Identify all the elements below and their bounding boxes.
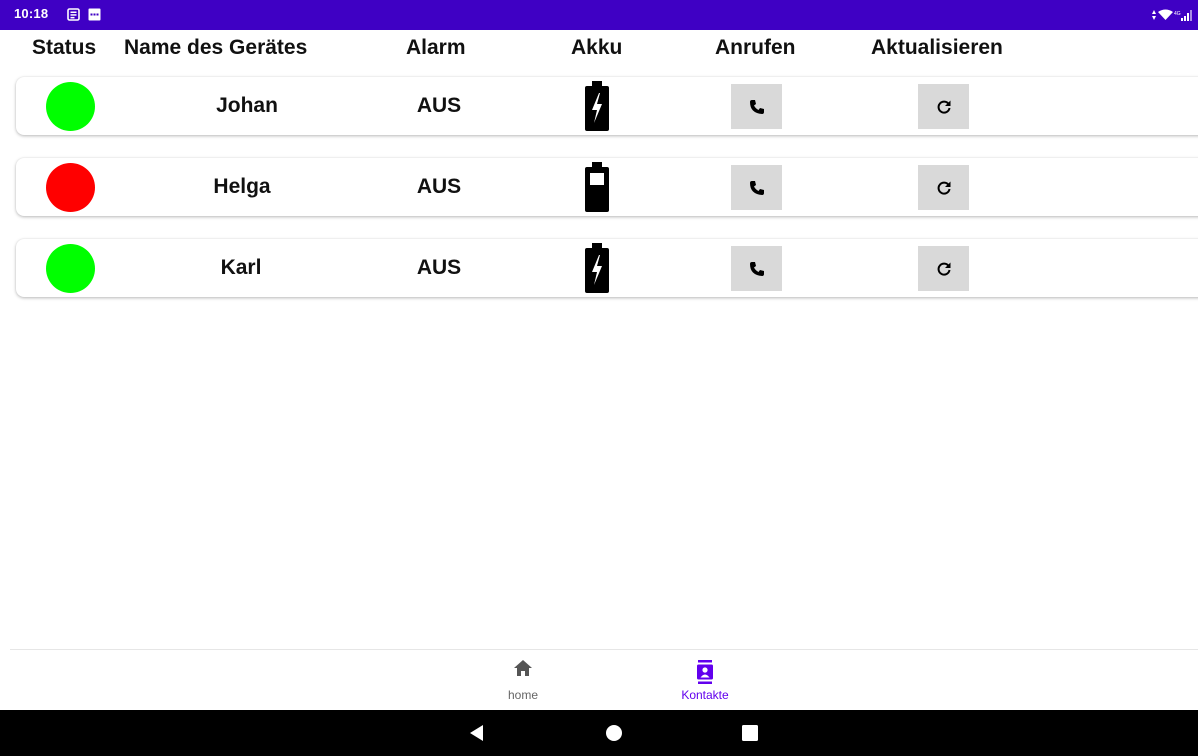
recents-icon[interactable]	[741, 724, 759, 742]
refresh-icon	[937, 181, 950, 195]
phone-icon	[749, 99, 764, 114]
alarm-value: AUS	[416, 256, 462, 279]
call-button[interactable]	[731, 84, 782, 129]
nav-item-kontakte[interactable]: Kontakte	[650, 650, 760, 710]
notification-news-icon	[67, 8, 80, 21]
header-akku: Akku	[571, 36, 623, 59]
battery-charging-icon	[585, 81, 609, 131]
call-button[interactable]	[731, 165, 782, 210]
refresh-icon	[937, 262, 950, 276]
device-name: Johan	[216, 94, 278, 117]
system-navigation-bar	[0, 710, 1198, 756]
notification-app-icon	[88, 8, 101, 21]
status-indicator	[46, 163, 95, 212]
battery-low-icon	[585, 162, 609, 212]
nav-label-kontakte: Kontakte	[681, 688, 729, 702]
status-indicator	[46, 244, 95, 293]
device-row: Helga AUS	[16, 158, 1198, 216]
table-header: Status Name des Gerätes Alarm Akku Anruf…	[0, 30, 1198, 74]
header-anrufen: Anrufen	[715, 36, 796, 59]
nav-item-home[interactable]: home	[468, 650, 578, 710]
phone-icon	[749, 180, 764, 195]
header-status: Status	[32, 36, 97, 59]
refresh-button[interactable]	[918, 246, 969, 291]
call-button[interactable]	[731, 246, 782, 291]
refresh-button[interactable]	[918, 84, 969, 129]
device-name: Helga	[213, 175, 271, 198]
alarm-value: AUS	[416, 94, 462, 117]
contacts-icon	[697, 660, 713, 684]
device-name: Karl	[220, 256, 262, 279]
bottom-navigation: home Kontakte	[10, 649, 1198, 711]
system-status-icons: 4G	[1152, 9, 1192, 21]
status-indicator	[46, 82, 95, 131]
cell-signal-icon	[1181, 10, 1192, 21]
home-circle-icon[interactable]	[605, 724, 623, 742]
back-icon[interactable]	[469, 724, 485, 742]
battery-charging-icon	[585, 243, 609, 293]
status-time: 10:18	[14, 6, 49, 21]
header-aktualisieren: Aktualisieren	[871, 36, 1003, 59]
wifi-icon	[1158, 9, 1173, 20]
device-row: Karl AUS	[16, 239, 1198, 297]
home-icon	[514, 660, 532, 676]
alarm-value: AUS	[416, 175, 462, 198]
refresh-button[interactable]	[918, 165, 969, 210]
status-bar: 10:18 4G	[0, 0, 1198, 30]
header-alarm: Alarm	[406, 36, 466, 59]
header-device-name: Name des Gerätes	[124, 36, 308, 59]
refresh-icon	[937, 100, 950, 114]
svg-text:4G: 4G	[1174, 11, 1181, 17]
device-row: Johan AUS	[16, 77, 1198, 135]
nav-label-home: home	[507, 688, 539, 702]
data-arrows-icon	[1152, 10, 1156, 20]
phone-icon	[749, 261, 764, 276]
